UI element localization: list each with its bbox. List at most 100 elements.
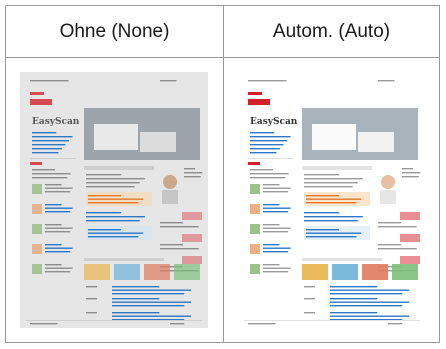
person-head xyxy=(163,175,177,189)
cell-none: EasyScan xyxy=(6,58,224,342)
sidebar-text-line xyxy=(263,231,289,233)
sidebar-text-line xyxy=(263,267,291,269)
right-text-line xyxy=(378,222,402,224)
brand-title: EasyScan xyxy=(250,117,298,127)
sidebar-icon xyxy=(32,184,42,194)
scanner-shape xyxy=(140,132,176,152)
header-text-line xyxy=(248,80,287,82)
highlight-text-line xyxy=(88,202,139,204)
brand-tag xyxy=(248,99,270,105)
sidebar-text-line xyxy=(45,211,71,213)
right-text-line xyxy=(160,244,184,246)
news-text-line xyxy=(112,286,160,288)
sidebar-text-line xyxy=(45,244,62,246)
sidebar-text-line xyxy=(263,247,291,249)
sidebar-text-line xyxy=(263,207,291,209)
link-text-line xyxy=(304,220,358,222)
news-text-line xyxy=(112,315,192,317)
banner-tile xyxy=(114,264,140,280)
body-text-line xyxy=(250,177,286,179)
news-text-line xyxy=(330,286,378,288)
footer-text-line xyxy=(170,323,185,325)
section-header xyxy=(302,258,382,261)
news-text-line xyxy=(330,312,378,314)
highlight-text-line xyxy=(88,229,121,231)
brand-title: EasyScan xyxy=(32,117,80,127)
body-text-line xyxy=(304,178,363,180)
body-text-line xyxy=(32,177,68,179)
sidebar-text-line xyxy=(263,244,280,246)
banner-tile xyxy=(332,264,358,280)
news-date-line xyxy=(86,312,97,314)
highlight-text-line xyxy=(306,195,339,197)
body-text-line xyxy=(250,169,274,171)
column-header-auto: Autom. (Auto) xyxy=(224,6,439,58)
right-text-line xyxy=(402,168,413,170)
right-text-line xyxy=(160,222,184,224)
sidebar-text-line xyxy=(45,224,62,226)
menu-link-line xyxy=(250,148,280,150)
section-tag xyxy=(30,162,42,165)
banner-tile xyxy=(84,264,110,280)
body-text-line xyxy=(304,182,358,184)
menu-link-line xyxy=(250,144,284,146)
highlight-text-line xyxy=(88,236,139,238)
sidebar-icon xyxy=(250,244,260,254)
body-text-line xyxy=(86,182,140,184)
right-text-line xyxy=(184,168,195,170)
link-text-line xyxy=(86,220,140,222)
news-text-line xyxy=(330,293,403,295)
logo-mark xyxy=(30,92,44,95)
sidebar-text-line xyxy=(45,267,73,269)
sidebar-text-line xyxy=(263,184,280,186)
sidebar-text-line xyxy=(45,231,71,233)
person-body xyxy=(162,190,178,204)
sidebar-text-line xyxy=(263,271,289,273)
highlight-text-line xyxy=(88,195,121,197)
column-header-none: Ohne (None) xyxy=(6,6,224,58)
link-text-line xyxy=(304,212,340,214)
banner-tile xyxy=(144,264,170,280)
sidebar-icon xyxy=(32,264,42,274)
body-text-line xyxy=(32,173,71,175)
menu-link-line xyxy=(250,132,275,134)
footer-divider xyxy=(26,320,202,321)
right-badge xyxy=(182,212,202,220)
highlight-text-line xyxy=(306,198,362,200)
sidebar-text-line xyxy=(263,187,291,189)
highlight-text-line xyxy=(306,229,339,231)
sidebar-text-line xyxy=(263,227,291,229)
sidebar-text-line xyxy=(45,264,62,266)
scanner-shape xyxy=(94,124,138,150)
banner-tile xyxy=(302,264,328,280)
link-text-line xyxy=(86,216,145,218)
news-text-line xyxy=(330,315,410,317)
news-date-line xyxy=(304,298,315,300)
banner-tile xyxy=(174,264,200,280)
highlight-text-line xyxy=(306,202,357,204)
sidebar-text-line xyxy=(45,187,73,189)
person-head xyxy=(381,175,395,189)
news-text-line xyxy=(112,305,185,307)
news-text-line xyxy=(112,289,192,291)
sidebar-text-line xyxy=(263,204,280,206)
news-text-line xyxy=(112,298,160,300)
body-text-line xyxy=(86,174,122,176)
footer-text-line xyxy=(248,323,276,325)
section-header xyxy=(84,258,164,261)
footer-text-line xyxy=(388,323,403,325)
news-date-line xyxy=(304,312,315,314)
highlight-text-line xyxy=(88,232,144,234)
right-text-line xyxy=(184,172,203,174)
sidebar-text-line xyxy=(263,224,280,226)
brand-tag xyxy=(30,99,52,105)
sidebar-text-line xyxy=(45,204,62,206)
sidebar-text-line xyxy=(45,247,73,249)
link-text-line xyxy=(86,212,122,214)
news-text-line xyxy=(112,293,185,295)
sidebar-icon xyxy=(32,224,42,234)
sidebar-icon xyxy=(250,204,260,214)
sidebar-text-line xyxy=(45,227,73,229)
right-text-line xyxy=(378,226,417,228)
news-text-line xyxy=(330,298,378,300)
